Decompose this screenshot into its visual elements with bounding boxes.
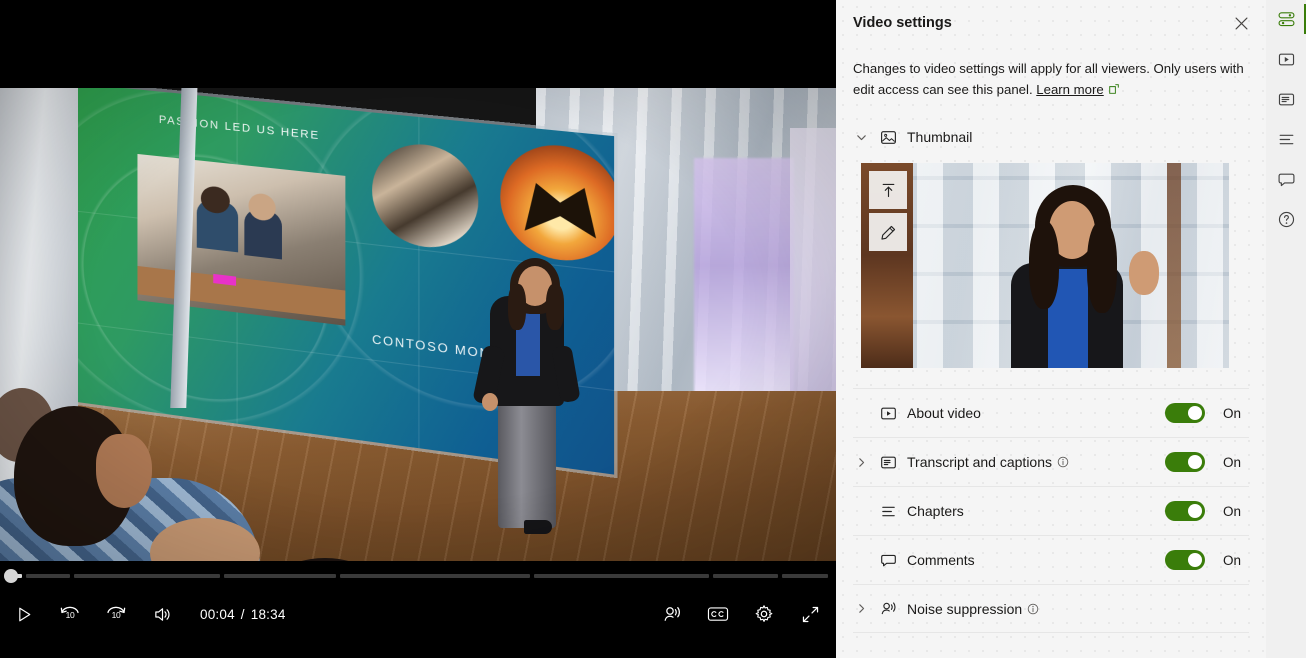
thumbnail-person-hair-left: [1029, 221, 1059, 309]
progress-chapter-segment[interactable]: [712, 574, 779, 578]
settings-row-transcript-and-captions[interactable]: Transcript and captions On: [853, 437, 1249, 486]
progress-bar[interactable]: [0, 569, 836, 583]
chapters-icon: [878, 501, 898, 521]
comments-icon: [878, 550, 898, 570]
panel-description: Changes to video settings will apply for…: [836, 46, 1266, 101]
thumbnail-person-hand: [1129, 251, 1159, 295]
settings-row-label-wrap: Noise suppression: [907, 601, 1039, 617]
thumbnail-wood-panel-right: [1167, 163, 1181, 368]
video-settings-panel: Video settings Changes to video settings…: [836, 0, 1266, 658]
chapters-toggle-state: On: [1223, 503, 1242, 519]
close-icon[interactable]: [1226, 8, 1256, 38]
time-display: 00:04 / 18:34: [192, 607, 286, 622]
progress-chapter-segment[interactable]: [25, 574, 70, 578]
thumbnail-section-label: Thumbnail: [907, 129, 973, 145]
settings-row-noise-suppression[interactable]: Noise suppression: [853, 584, 1249, 633]
forward-10-button[interactable]: 10: [100, 598, 132, 630]
video-player: PASSION LED US HERE CONTOSO MONTHLY Q&A: [0, 0, 836, 658]
rewind-10-button[interactable]: 10: [54, 598, 86, 630]
rewind-amount-label: 10: [65, 610, 75, 620]
rail-item-about-video[interactable]: [1268, 46, 1304, 72]
about-video-toggle-state: On: [1223, 405, 1242, 421]
panel-header: Video settings: [836, 0, 1266, 46]
thumbnail-section-header[interactable]: Thumbnail: [836, 101, 1266, 155]
total-time: 18:34: [250, 606, 286, 622]
settings-rows: About video On Transcript and captions O…: [836, 388, 1266, 633]
edit-thumbnail-icon[interactable]: [869, 213, 907, 251]
captions-button[interactable]: [702, 598, 734, 630]
rail-item-help[interactable]: [1268, 206, 1304, 232]
info-icon[interactable]: [1027, 603, 1039, 615]
upload-thumbnail-icon[interactable]: [869, 171, 907, 209]
transcript-toggle[interactable]: [1165, 452, 1205, 472]
video-frame: PASSION LED US HERE CONTOSO MONTHLY Q&A: [0, 88, 836, 561]
player-controls-right: [656, 597, 826, 631]
progress-track[interactable]: [8, 574, 828, 578]
external-link-icon: [1108, 80, 1120, 101]
settings-row-label: About video: [907, 405, 981, 421]
settings-gear-button[interactable]: [748, 598, 780, 630]
noise-suppression-icon: [878, 599, 898, 619]
progress-chapter-segment[interactable]: [534, 574, 709, 578]
video-viewport[interactable]: PASSION LED US HERE CONTOSO MONTHLY Q&A: [0, 88, 836, 561]
thumbnail-preview[interactable]: [861, 163, 1229, 368]
fullscreen-button[interactable]: [794, 598, 826, 630]
rail-item-transcript[interactable]: [1268, 86, 1304, 112]
chapters-toggle[interactable]: [1165, 501, 1205, 521]
current-time: 00:04: [200, 606, 235, 622]
noise-suppression-icon-button[interactable]: [656, 598, 688, 630]
thumbnail-person-hair-right: [1087, 221, 1117, 313]
progress-chapter-segment[interactable]: [224, 574, 336, 578]
chevron-right-icon[interactable]: [853, 601, 869, 617]
thumbnail-actions: [869, 171, 907, 251]
progress-chapter-segment[interactable]: [782, 574, 828, 578]
volume-button[interactable]: [146, 598, 178, 630]
rail-item-chapters[interactable]: [1268, 126, 1304, 152]
transcript-toggle-state: On: [1223, 454, 1242, 470]
video-vignette: [0, 88, 836, 561]
comments-toggle-state: On: [1223, 552, 1242, 568]
progress-chapter-segment[interactable]: [73, 574, 221, 578]
rail-item-video-settings[interactable]: [1268, 4, 1306, 34]
progress-scrubber-handle[interactable]: [4, 569, 18, 583]
time-separator: /: [240, 606, 245, 622]
comments-toggle[interactable]: [1165, 550, 1205, 570]
thumbnail-icon: [878, 127, 898, 147]
chevron-down-icon: [853, 129, 869, 145]
about-video-toggle[interactable]: [1165, 403, 1205, 423]
settings-row-chapters[interactable]: Chapters On: [853, 486, 1249, 535]
video-settings-page: PASSION LED US HERE CONTOSO MONTHLY Q&A: [0, 0, 1306, 658]
learn-more-link[interactable]: Learn more: [1036, 82, 1103, 97]
about-video-icon: [878, 403, 898, 423]
panel-title: Video settings: [853, 15, 952, 31]
settings-row-label: Comments: [907, 552, 975, 568]
chevron-right-icon[interactable]: [853, 454, 869, 470]
transcript-icon: [878, 452, 898, 472]
right-rail: [1266, 0, 1306, 658]
rail-item-comments[interactable]: [1268, 166, 1304, 192]
settings-row-label: Transcript and captions: [907, 454, 1052, 470]
info-icon[interactable]: [1057, 456, 1069, 468]
progress-chapter-segment[interactable]: [339, 574, 531, 578]
settings-row-about-video[interactable]: About video On: [853, 388, 1249, 437]
player-control-bar: 10 10 00:04 / 18:34: [0, 561, 836, 658]
play-button[interactable]: [8, 598, 40, 630]
forward-amount-label: 10: [111, 610, 121, 620]
settings-row-comments[interactable]: Comments On: [853, 535, 1249, 584]
settings-row-label: Noise suppression: [907, 600, 1023, 617]
player-controls-left: 10 10 00:04 / 18:34: [8, 597, 286, 631]
settings-row-label-wrap: Transcript and captions: [907, 454, 1069, 470]
settings-row-label: Chapters: [907, 503, 964, 519]
